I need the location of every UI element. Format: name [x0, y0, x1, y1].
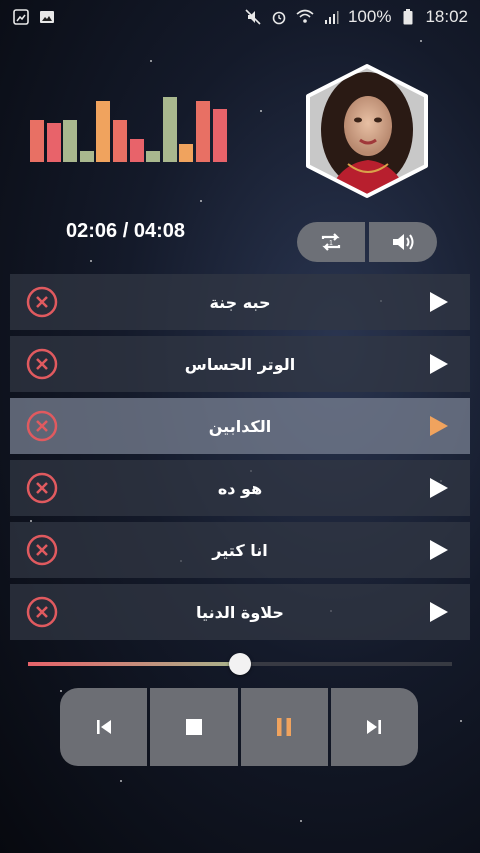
- next-button[interactable]: [330, 688, 418, 766]
- battery-icon: [399, 8, 417, 26]
- star: [90, 260, 92, 262]
- song-row[interactable]: انا كتير: [10, 522, 470, 578]
- play-icon[interactable]: [428, 414, 450, 438]
- mute-icon: [244, 8, 262, 26]
- repeat-button[interactable]: 1: [297, 222, 365, 262]
- previous-icon: [96, 720, 111, 734]
- star: [60, 690, 62, 692]
- previous-button[interactable]: [60, 688, 148, 766]
- song-title: حلاوة الدنيا: [196, 602, 284, 622]
- volume-button[interactable]: [369, 222, 437, 262]
- wifi-icon: [296, 8, 314, 26]
- visualizer-bar: [63, 120, 78, 162]
- time-display: 02:06 / 04:08: [66, 220, 185, 242]
- play-icon[interactable]: [428, 352, 450, 376]
- playback-options: 1: [297, 222, 437, 262]
- visualizer-bar: [162, 97, 177, 162]
- status-bar: 100% 18:02: [0, 0, 480, 34]
- star: [420, 40, 422, 42]
- stop-button[interactable]: [150, 688, 238, 766]
- star: [460, 720, 462, 722]
- remove-icon[interactable]: [26, 534, 58, 566]
- visualizer-bar: [212, 109, 227, 162]
- battery-percent: 100%: [347, 7, 392, 26]
- seek-thumb[interactable]: [229, 653, 251, 675]
- song-row[interactable]: هو ده: [10, 460, 470, 516]
- pause-button[interactable]: [240, 688, 328, 766]
- album-art: [296, 60, 438, 202]
- remove-icon[interactable]: [26, 472, 58, 504]
- remove-icon[interactable]: [26, 410, 58, 442]
- star: [200, 200, 202, 202]
- star: [120, 780, 122, 782]
- repeat-one-icon: 1: [321, 233, 341, 251]
- audio-visualizer: [30, 94, 230, 162]
- song-row[interactable]: حلاوة الدنيا: [10, 584, 470, 640]
- alarm-icon: [270, 8, 288, 26]
- next-icon: [367, 720, 382, 734]
- visualizer-bar: [96, 101, 111, 162]
- visualizer-bar: [196, 101, 210, 162]
- play-icon[interactable]: [428, 290, 450, 314]
- play-icon[interactable]: [428, 600, 450, 624]
- volume-icon: [393, 234, 414, 250]
- signal-icon: [322, 8, 340, 26]
- clock: 18:02: [425, 7, 468, 26]
- transport-controls: [60, 688, 418, 766]
- play-icon[interactable]: [428, 476, 450, 500]
- svg-text:1: 1: [329, 240, 333, 247]
- image-notification-icon: [38, 8, 56, 26]
- song-title: انا كتير: [212, 540, 268, 560]
- visualizer-bar: [146, 151, 161, 162]
- visualizer-bar: [46, 123, 61, 162]
- visualizer-bar: [179, 144, 194, 162]
- song-row[interactable]: حبه جنة: [10, 274, 470, 330]
- visualizer-bar: [30, 120, 44, 162]
- visualizer-bar: [113, 120, 127, 162]
- pause-icon: [277, 718, 292, 736]
- song-row-active[interactable]: الكدابين: [10, 398, 470, 454]
- song-list: حبه جنة الوتر الحساس الكدابين هو ده انا …: [10, 274, 470, 646]
- song-title: هو ده: [217, 478, 263, 498]
- visualizer-bar: [129, 139, 144, 162]
- song-title: الوتر الحساس: [184, 354, 296, 374]
- star: [300, 820, 302, 822]
- song-title: الكدابين: [208, 416, 272, 436]
- remove-icon[interactable]: [26, 596, 58, 628]
- play-icon[interactable]: [428, 538, 450, 562]
- remove-icon[interactable]: [26, 286, 58, 318]
- song-row[interactable]: الوتر الحساس: [10, 336, 470, 392]
- seek-progress: [28, 662, 240, 666]
- visualizer-bar: [79, 151, 94, 162]
- remove-icon[interactable]: [26, 348, 58, 380]
- gallery-notification-icon: [12, 8, 30, 26]
- star: [260, 110, 262, 112]
- song-title: حبه جنة: [209, 292, 271, 312]
- stop-icon: [185, 719, 202, 735]
- star: [150, 60, 152, 62]
- seek-slider[interactable]: [28, 652, 452, 676]
